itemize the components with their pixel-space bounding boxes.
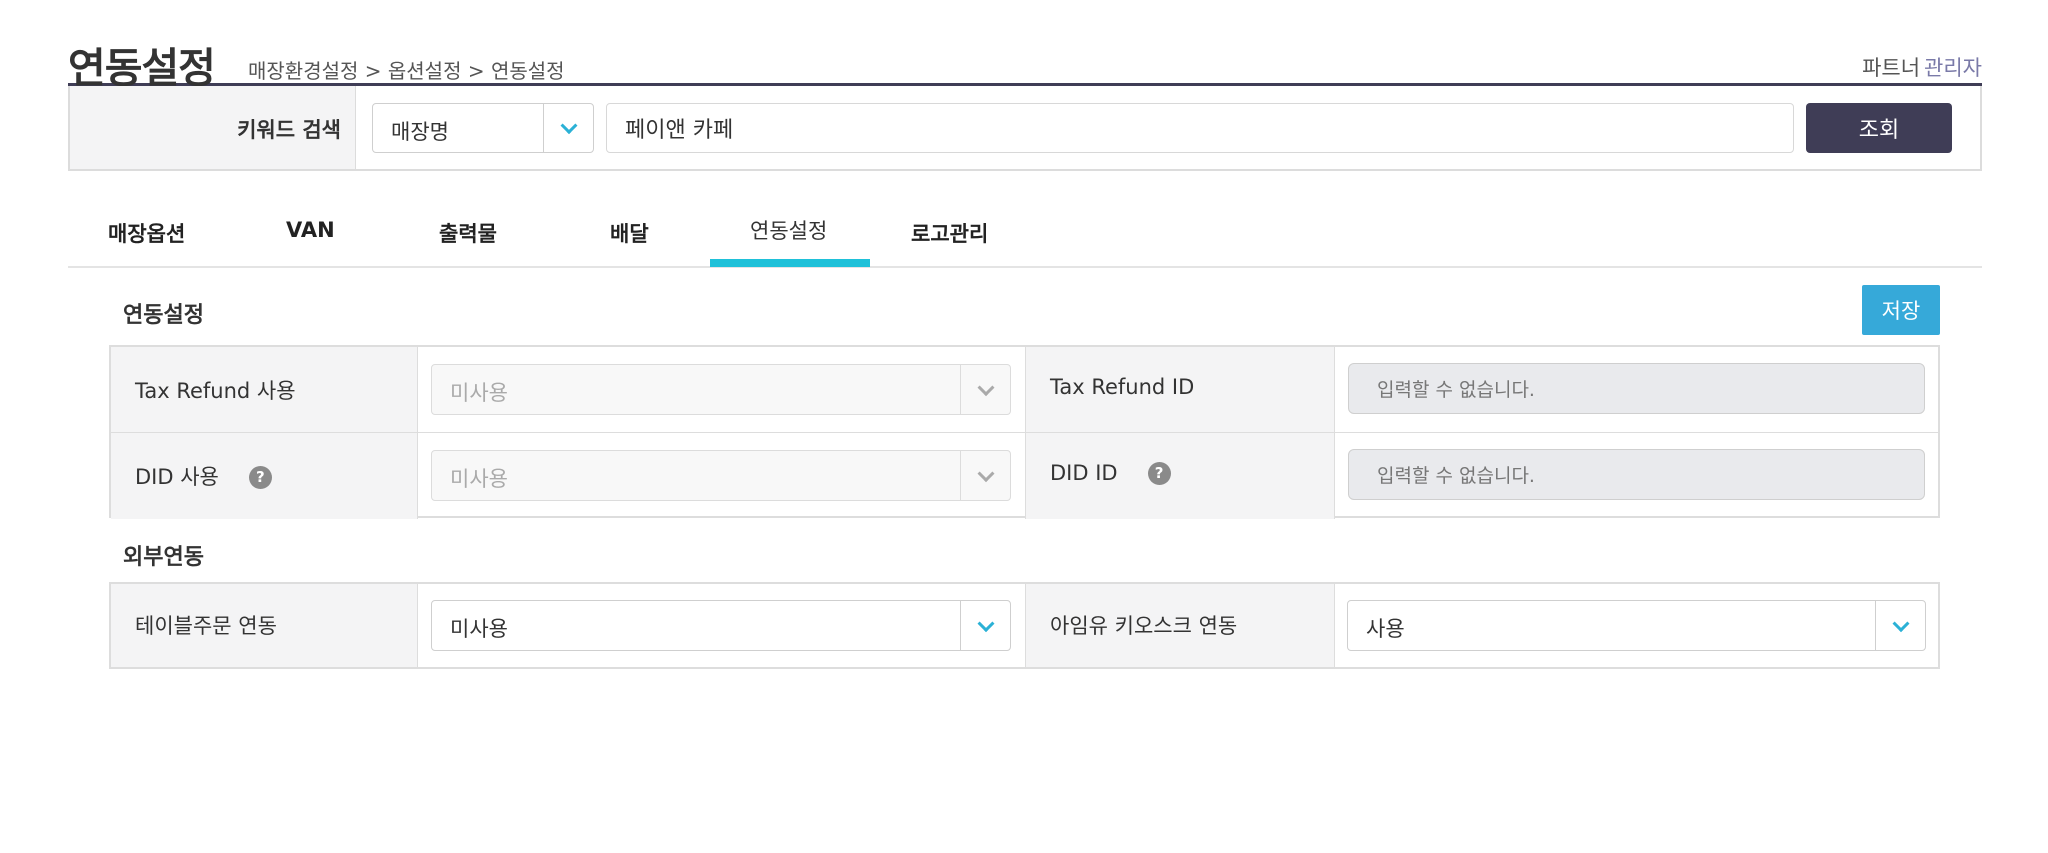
label-cell: Tax Refund ID <box>1025 347 1335 432</box>
search-input[interactable] <box>606 103 1794 153</box>
tab-printouts[interactable]: 출력물 <box>439 218 497 248</box>
help-icon[interactable]: ? <box>248 466 272 489</box>
search-type-value: 매장명 <box>391 120 449 144</box>
breadcrumb: 매장환경설정 > 옵션설정 > 연동설정 <box>248 59 565 83</box>
label-cell: DID 사용? <box>111 433 418 519</box>
did-select[interactable]: 미사용 <box>431 450 1011 501</box>
active-tab-indicator <box>710 259 870 267</box>
label-cell: DID ID? <box>1025 433 1335 519</box>
tax-refund-id-field[interactable] <box>1348 363 1925 414</box>
chevron-down-icon <box>977 464 994 482</box>
page-title: 연동설정 <box>68 44 216 92</box>
did-label-wrap: DID 사용? <box>135 461 272 491</box>
chevron-down-icon <box>560 117 577 135</box>
table-order-dropdown-toggle[interactable] <box>960 601 1010 650</box>
tax-refund-select[interactable]: 미사용 <box>431 364 1011 415</box>
table-order-value: 미사용 <box>450 617 508 641</box>
kiosk-value: 사용 <box>1366 617 1405 641</box>
table-row: Tax Refund 사용 미사용 Tax Refund ID <box>111 347 1938 433</box>
did-id-label-wrap: DID ID? <box>1050 461 1171 485</box>
tax-refund-id-label: Tax Refund ID <box>1050 375 1195 399</box>
table-order-label: 테이블주문 연동 <box>135 614 277 638</box>
search-label-cell: 키워드 검색 <box>70 86 356 169</box>
did-value: 미사용 <box>450 467 508 491</box>
save-button[interactable]: 저장 <box>1862 285 1940 335</box>
table-row: 테이블주문 연동 미사용 아임유 키오스크 연동 사용 <box>111 584 1938 667</box>
help-icon[interactable]: ? <box>1147 462 1171 485</box>
table-row: DID 사용? 미사용 DID ID? <box>111 433 1938 519</box>
integration-settings-table: Tax Refund 사용 미사용 Tax Refund ID DID 사용? … <box>109 345 1940 519</box>
tab-integration-settings[interactable]: 연동설정 <box>750 215 827 245</box>
tax-refund-dropdown-toggle[interactable] <box>960 365 1010 414</box>
kiosk-select[interactable]: 사용 <box>1347 600 1926 651</box>
label-cell: 아임유 키오스크 연동 <box>1025 584 1335 667</box>
external-integration-table: 테이블주문 연동 미사용 아임유 키오스크 연동 사용 <box>109 582 1940 669</box>
table-order-select[interactable]: 미사용 <box>431 600 1011 651</box>
page-header: 연동설정 매장환경설정 > 옵션설정 > 연동설정 파트너 관리자 <box>68 28 1982 92</box>
did-label: DID 사용 <box>135 465 219 489</box>
search-type-dropdown-toggle[interactable] <box>543 104 593 152</box>
option-tabs: 매장옵션 VAN 출력물 배달 연동설정 로고관리 <box>68 200 1982 268</box>
did-dropdown-toggle[interactable] <box>960 451 1010 500</box>
label-cell: 테이블주문 연동 <box>111 584 418 667</box>
chevron-down-icon <box>977 378 994 396</box>
user-name-link[interactable]: 관리자 <box>1924 56 1982 80</box>
chevron-down-icon <box>977 614 994 632</box>
tax-refund-value: 미사용 <box>450 381 508 405</box>
search-type-select[interactable]: 매장명 <box>372 103 594 153</box>
search-button[interactable]: 조회 <box>1806 103 1952 153</box>
chevron-down-icon <box>1892 614 1909 632</box>
tab-logo-management[interactable]: 로고관리 <box>911 218 988 248</box>
label-cell: Tax Refund 사용 <box>111 347 418 432</box>
tab-van[interactable]: VAN <box>286 218 335 242</box>
integration-section-title: 연동설정 <box>123 303 204 328</box>
user-info: 파트너 관리자 <box>1862 52 1982 82</box>
kiosk-label: 아임유 키오스크 연동 <box>1050 614 1238 638</box>
search-label: 키워드 검색 <box>237 118 341 142</box>
kiosk-dropdown-toggle[interactable] <box>1875 601 1925 650</box>
did-id-label: DID ID <box>1050 461 1118 485</box>
search-panel: 키워드 검색 매장명 조회 <box>68 86 1982 171</box>
tab-delivery[interactable]: 배달 <box>610 218 649 248</box>
user-role: 파트너 <box>1862 56 1921 80</box>
tab-store-options[interactable]: 매장옵션 <box>108 218 185 248</box>
tax-refund-label: Tax Refund 사용 <box>135 379 296 403</box>
external-section-title: 외부연동 <box>123 545 204 570</box>
did-id-field[interactable] <box>1348 449 1925 500</box>
